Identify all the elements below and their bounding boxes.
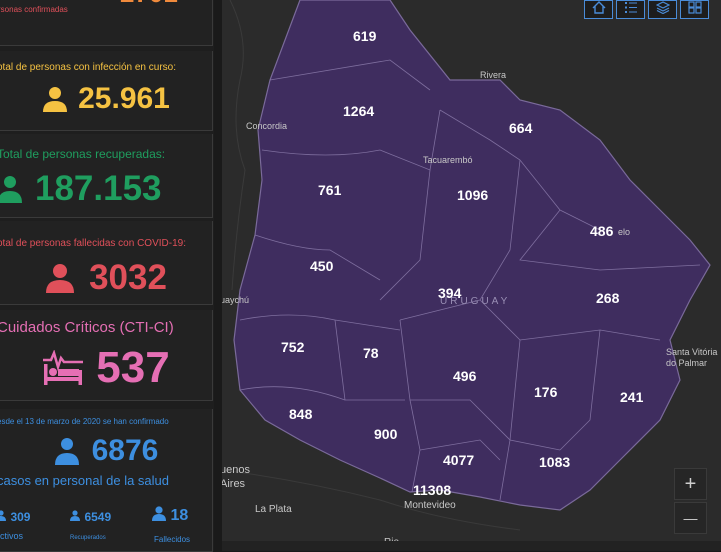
map-view[interactable]: Concordia Rivera Tacuarembó elo uaychú S… xyxy=(222,0,721,551)
health-deceased-value: 18 xyxy=(170,507,189,524)
person-icon xyxy=(0,175,23,203)
uruguay-map xyxy=(222,0,721,551)
dept-count-maldonado: 1083 xyxy=(539,454,571,470)
city-label-concordia: Concordia xyxy=(246,121,288,131)
critical-label: Cuidados Críticos (CTI-CI) xyxy=(0,319,174,336)
hospital-bed-icon xyxy=(42,350,84,386)
city-label-montevideo: Montevideo xyxy=(404,500,456,511)
map-attribution xyxy=(222,541,721,551)
stats-panel: rsonas confirmadas 2701 otal de personas… xyxy=(0,0,214,552)
legend-button[interactable] xyxy=(616,0,645,19)
dept-count-tacuarembo: 1096 xyxy=(457,187,489,203)
dept-count-montevideo: 11308 xyxy=(413,482,452,498)
dept-count-florida: 496 xyxy=(453,368,477,384)
dept-count-rio-negro: 450 xyxy=(310,258,334,274)
legend-icon xyxy=(624,1,638,19)
dept-count-cerro-largo: 486 xyxy=(590,223,614,239)
active-label: otal de personas con infección en curso: xyxy=(0,62,176,73)
person-icon xyxy=(70,508,80,526)
active-value: 25.961 xyxy=(78,82,170,115)
city-label-buenos-aires: uenos Aires xyxy=(222,464,250,490)
deceased-label: otal de personas fallecidas con COVID-19… xyxy=(0,238,186,249)
health-sublabel: casos en personal de la salud xyxy=(0,473,170,488)
health-active-stat: 309 xyxy=(0,508,30,526)
active-card: otal de personas con infección en curso:… xyxy=(0,51,213,131)
person-icon xyxy=(152,506,166,526)
dept-count-soriano: 752 xyxy=(281,339,305,355)
basemap-button[interactable] xyxy=(680,0,709,19)
city-label-gualeguaychu: uaychú xyxy=(222,295,250,305)
layers-icon xyxy=(655,0,670,19)
health-deceased-stat: 18 xyxy=(152,506,188,526)
health-card: esde el 13 de marzo de 2020 se han confi… xyxy=(0,409,213,552)
zoom-control: + — xyxy=(674,468,707,536)
dept-count-san-jose: 900 xyxy=(374,426,398,442)
deceased-card: otal de personas fallecidas con COVID-19… xyxy=(0,221,213,305)
map-toolbar xyxy=(584,0,712,19)
dept-count-paysandu: 761 xyxy=(318,182,342,198)
person-icon xyxy=(54,437,80,465)
city-label-melo: elo xyxy=(618,227,631,237)
critical-card: Cuidados Críticos (CTI-CI) 537 xyxy=(0,310,213,401)
confirmed-card: rsonas confirmadas 2701 xyxy=(0,0,213,46)
recovered-card: Total de personas recuperadas: 187.153 xyxy=(0,134,213,218)
dept-count-salto: 1264 xyxy=(343,103,375,119)
health-deceased-label: Fallecidos xyxy=(154,535,191,544)
dept-count-lavalleja: 176 xyxy=(534,384,558,400)
person-icon xyxy=(42,86,68,112)
person-icon xyxy=(0,508,6,526)
zoom-out-button[interactable]: — xyxy=(674,502,707,534)
confirmed-label: rsonas confirmadas xyxy=(0,5,68,14)
dept-count-colonia: 848 xyxy=(289,406,313,422)
layers-button[interactable] xyxy=(648,0,677,19)
basemap-icon xyxy=(687,0,702,19)
city-label-santa-vitoria: Santa Vitória do Palmar xyxy=(666,347,718,368)
dept-count-durazno: 394 xyxy=(438,285,462,301)
critical-value: 537 xyxy=(96,343,170,392)
home-icon xyxy=(592,0,606,19)
health-recovered-value: 6549 xyxy=(84,510,112,524)
dept-count-rivera: 664 xyxy=(509,120,533,136)
dept-count-rocha: 241 xyxy=(620,389,644,405)
dept-count-flores: 78 xyxy=(363,345,379,361)
health-value: 6876 xyxy=(91,434,159,467)
dept-count-canelones: 4077 xyxy=(443,452,475,468)
health-recovered-label: Recuperados xyxy=(70,535,106,541)
recovered-value: 187.153 xyxy=(35,169,162,208)
health-recovered-stat: 6549 xyxy=(70,508,111,526)
health-label: esde el 13 de marzo de 2020 se han confi… xyxy=(0,417,169,426)
health-active-label: ctivos xyxy=(0,531,24,541)
person-icon xyxy=(45,263,75,293)
recovered-label: Total de personas recuperadas: xyxy=(0,147,166,161)
city-label-la-plata: La Plata xyxy=(255,504,292,515)
city-label-tacuarembo: Tacuarembó xyxy=(423,155,473,165)
city-label-rivera: Rivera xyxy=(480,70,507,80)
home-button[interactable] xyxy=(584,0,613,19)
deceased-value: 3032 xyxy=(89,258,167,297)
health-active-value: 309 xyxy=(10,510,31,524)
zoom-in-button[interactable]: + xyxy=(674,468,707,500)
confirmed-value: 2701 xyxy=(120,0,178,9)
dept-count-treinta-y-tres: 268 xyxy=(596,290,620,306)
dept-count-artigas: 619 xyxy=(353,28,377,44)
